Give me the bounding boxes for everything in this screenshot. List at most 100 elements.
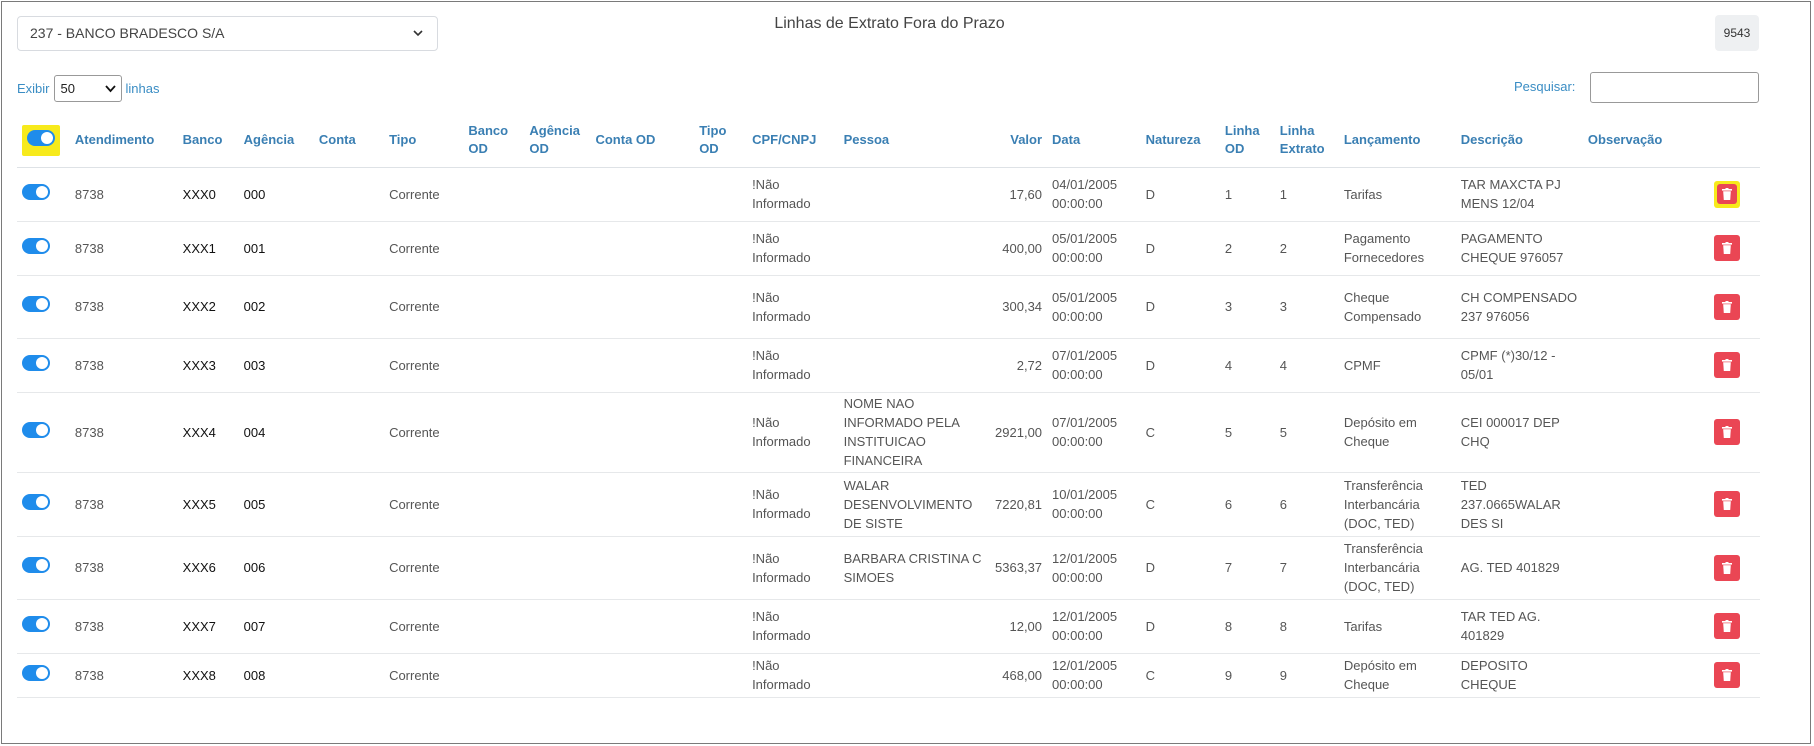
row-select-cell <box>17 275 70 339</box>
column-header[interactable]: Tipo <box>384 114 464 168</box>
column-header[interactable]: Descrição <box>1455 114 1583 168</box>
delete-button[interactable] <box>1714 235 1740 261</box>
row-select-toggle[interactable] <box>22 354 50 371</box>
cell-descricao: TAR MAXCTA PJ MENS 12/04 <box>1455 167 1583 222</box>
cell-observacao <box>1582 392 1709 473</box>
cell-conta-od <box>590 338 695 393</box>
column-header[interactable]: Natureza <box>1140 114 1220 168</box>
cell-banco: XXX2 <box>177 275 239 339</box>
column-header[interactable]: Pessoa <box>838 114 990 168</box>
cell-observacao <box>1582 275 1709 339</box>
delete-button[interactable] <box>1714 293 1740 320</box>
column-header[interactable]: Valor <box>989 114 1048 168</box>
search-input[interactable] <box>1590 72 1759 103</box>
cell-natureza: D <box>1140 221 1220 276</box>
column-header[interactable]: Banco <box>177 114 239 168</box>
cell-descricao: TAR TED AG. 401829 <box>1455 599 1583 654</box>
cell-cpf-cnpj: !Não Informado <box>747 472 839 537</box>
cell-agencia: 004 <box>238 392 314 473</box>
cell-conta <box>313 167 385 222</box>
column-header[interactable]: Data <box>1047 114 1141 168</box>
cell-valor: 17,60 <box>989 167 1048 222</box>
cell-tipo-od <box>694 221 748 276</box>
page-size-select[interactable]: 50 <box>53 74 122 102</box>
column-header[interactable]: CPF/CNPJ <box>747 114 839 168</box>
column-header[interactable]: Conta <box>313 114 385 168</box>
cell-agencia-od <box>524 472 591 537</box>
delete-button[interactable] <box>1714 662 1740 688</box>
row-select-toggle[interactable] <box>22 493 50 510</box>
cell-cpf-cnpj: !Não Informado <box>747 221 839 276</box>
cell-valor: 2,72 <box>989 338 1048 393</box>
delete-button[interactable] <box>1714 352 1740 378</box>
cell-conta <box>313 338 385 393</box>
cell-pessoa <box>838 338 990 393</box>
row-select-cell <box>17 599 70 654</box>
cell-tipo: Corrente <box>384 653 464 698</box>
cell-linha-od: 4 <box>1219 338 1275 393</box>
cell-linha-od: 3 <box>1219 275 1275 339</box>
column-header[interactable]: Conta OD <box>590 114 695 168</box>
row-select-cell <box>17 167 70 222</box>
column-header[interactable]: Agência <box>238 114 314 168</box>
cell-data: 12/01/2005 00:00:00 <box>1047 653 1141 698</box>
cell-banco-od <box>463 599 525 654</box>
trash-icon <box>1722 498 1732 510</box>
row-select-toggle[interactable] <box>22 183 50 200</box>
column-header[interactable]: Lançamento <box>1338 114 1456 168</box>
cell-pessoa: NOME NAO INFORMADO PELA INSTITUICAO FINA… <box>838 392 990 473</box>
cell-cpf-cnpj: !Não Informado <box>747 536 839 600</box>
row-select-toggle[interactable] <box>22 557 50 573</box>
select-all-header <box>17 114 70 168</box>
column-header[interactable]: Banco OD <box>463 114 525 168</box>
cell-agencia: 006 <box>238 536 314 600</box>
delete-button[interactable] <box>1714 419 1740 445</box>
cell-data: 05/01/2005 00:00:00 <box>1047 275 1141 339</box>
cell-tipo-od <box>694 653 748 698</box>
delete-button[interactable] <box>1714 613 1740 639</box>
cell-banco: XXX8 <box>177 653 239 698</box>
delete-button[interactable] <box>1717 183 1737 204</box>
row-select-toggle[interactable] <box>22 615 50 632</box>
bank-select[interactable]: 237 - BANCO BRADESCO S/A <box>17 16 438 51</box>
table-row: 8738 XXX6 006 Corrente !Não Informado BARBARA… <box>17 536 1760 600</box>
cell-pessoa <box>838 275 990 339</box>
cell-lancamento: CPMF <box>1338 338 1456 393</box>
cell-observacao <box>1582 167 1709 222</box>
delete-button[interactable] <box>1714 491 1740 517</box>
app-frame: 237 - BANCO BRADESCO S/A Linhas de Extra… <box>1 1 1811 744</box>
column-header[interactable]: Linha OD <box>1219 114 1275 168</box>
column-header[interactable]: Agência OD <box>524 114 591 168</box>
page-title: Linhas de Extrato Fora do Prazo <box>774 15 1005 32</box>
statement-lines-table: Atendimento Banco Agência Conta Tipo Ban… <box>17 114 1760 698</box>
cell-tipo: Corrente <box>384 338 464 393</box>
select-all-toggle[interactable] <box>27 129 55 146</box>
cell-observacao <box>1582 536 1709 600</box>
delete-button[interactable] <box>1714 554 1740 581</box>
row-select-toggle[interactable] <box>22 664 50 681</box>
cell-agencia-od <box>524 167 591 222</box>
row-select-cell <box>17 472 70 537</box>
cell-agencia: 002 <box>238 275 314 339</box>
cell-pessoa: BARBARA CRISTINA C SIMOES <box>838 536 990 600</box>
cell-conta-od <box>590 472 695 537</box>
row-select-toggle[interactable] <box>22 421 50 438</box>
table-row: 8738 XXX4 004 Corrente !Não Informado NOME NA… <box>17 392 1760 473</box>
cell-natureza: D <box>1140 599 1220 654</box>
cell-banco-od <box>463 653 525 698</box>
cell-linha-extrato: 2 <box>1274 221 1339 276</box>
bank-select-value: 237 - BANCO BRADESCO S/A <box>30 25 225 41</box>
column-header[interactable]: Linha Extrato <box>1274 114 1339 168</box>
cell-conta <box>313 536 385 600</box>
row-select-toggle[interactable] <box>22 237 50 254</box>
cell-natureza: D <box>1140 275 1220 339</box>
column-header[interactable]: Tipo OD <box>694 114 748 168</box>
row-select-toggle[interactable] <box>22 296 50 312</box>
cell-observacao <box>1582 472 1709 537</box>
cell-linha-extrato: 6 <box>1274 472 1339 537</box>
cell-data: 05/01/2005 00:00:00 <box>1047 221 1141 276</box>
cell-pessoa: WALAR DESENVOLVIMENTO DE SISTE <box>838 472 990 537</box>
cell-banco-od <box>463 338 525 393</box>
column-header[interactable]: Observação <box>1582 114 1709 168</box>
column-header[interactable]: Atendimento <box>69 114 178 168</box>
